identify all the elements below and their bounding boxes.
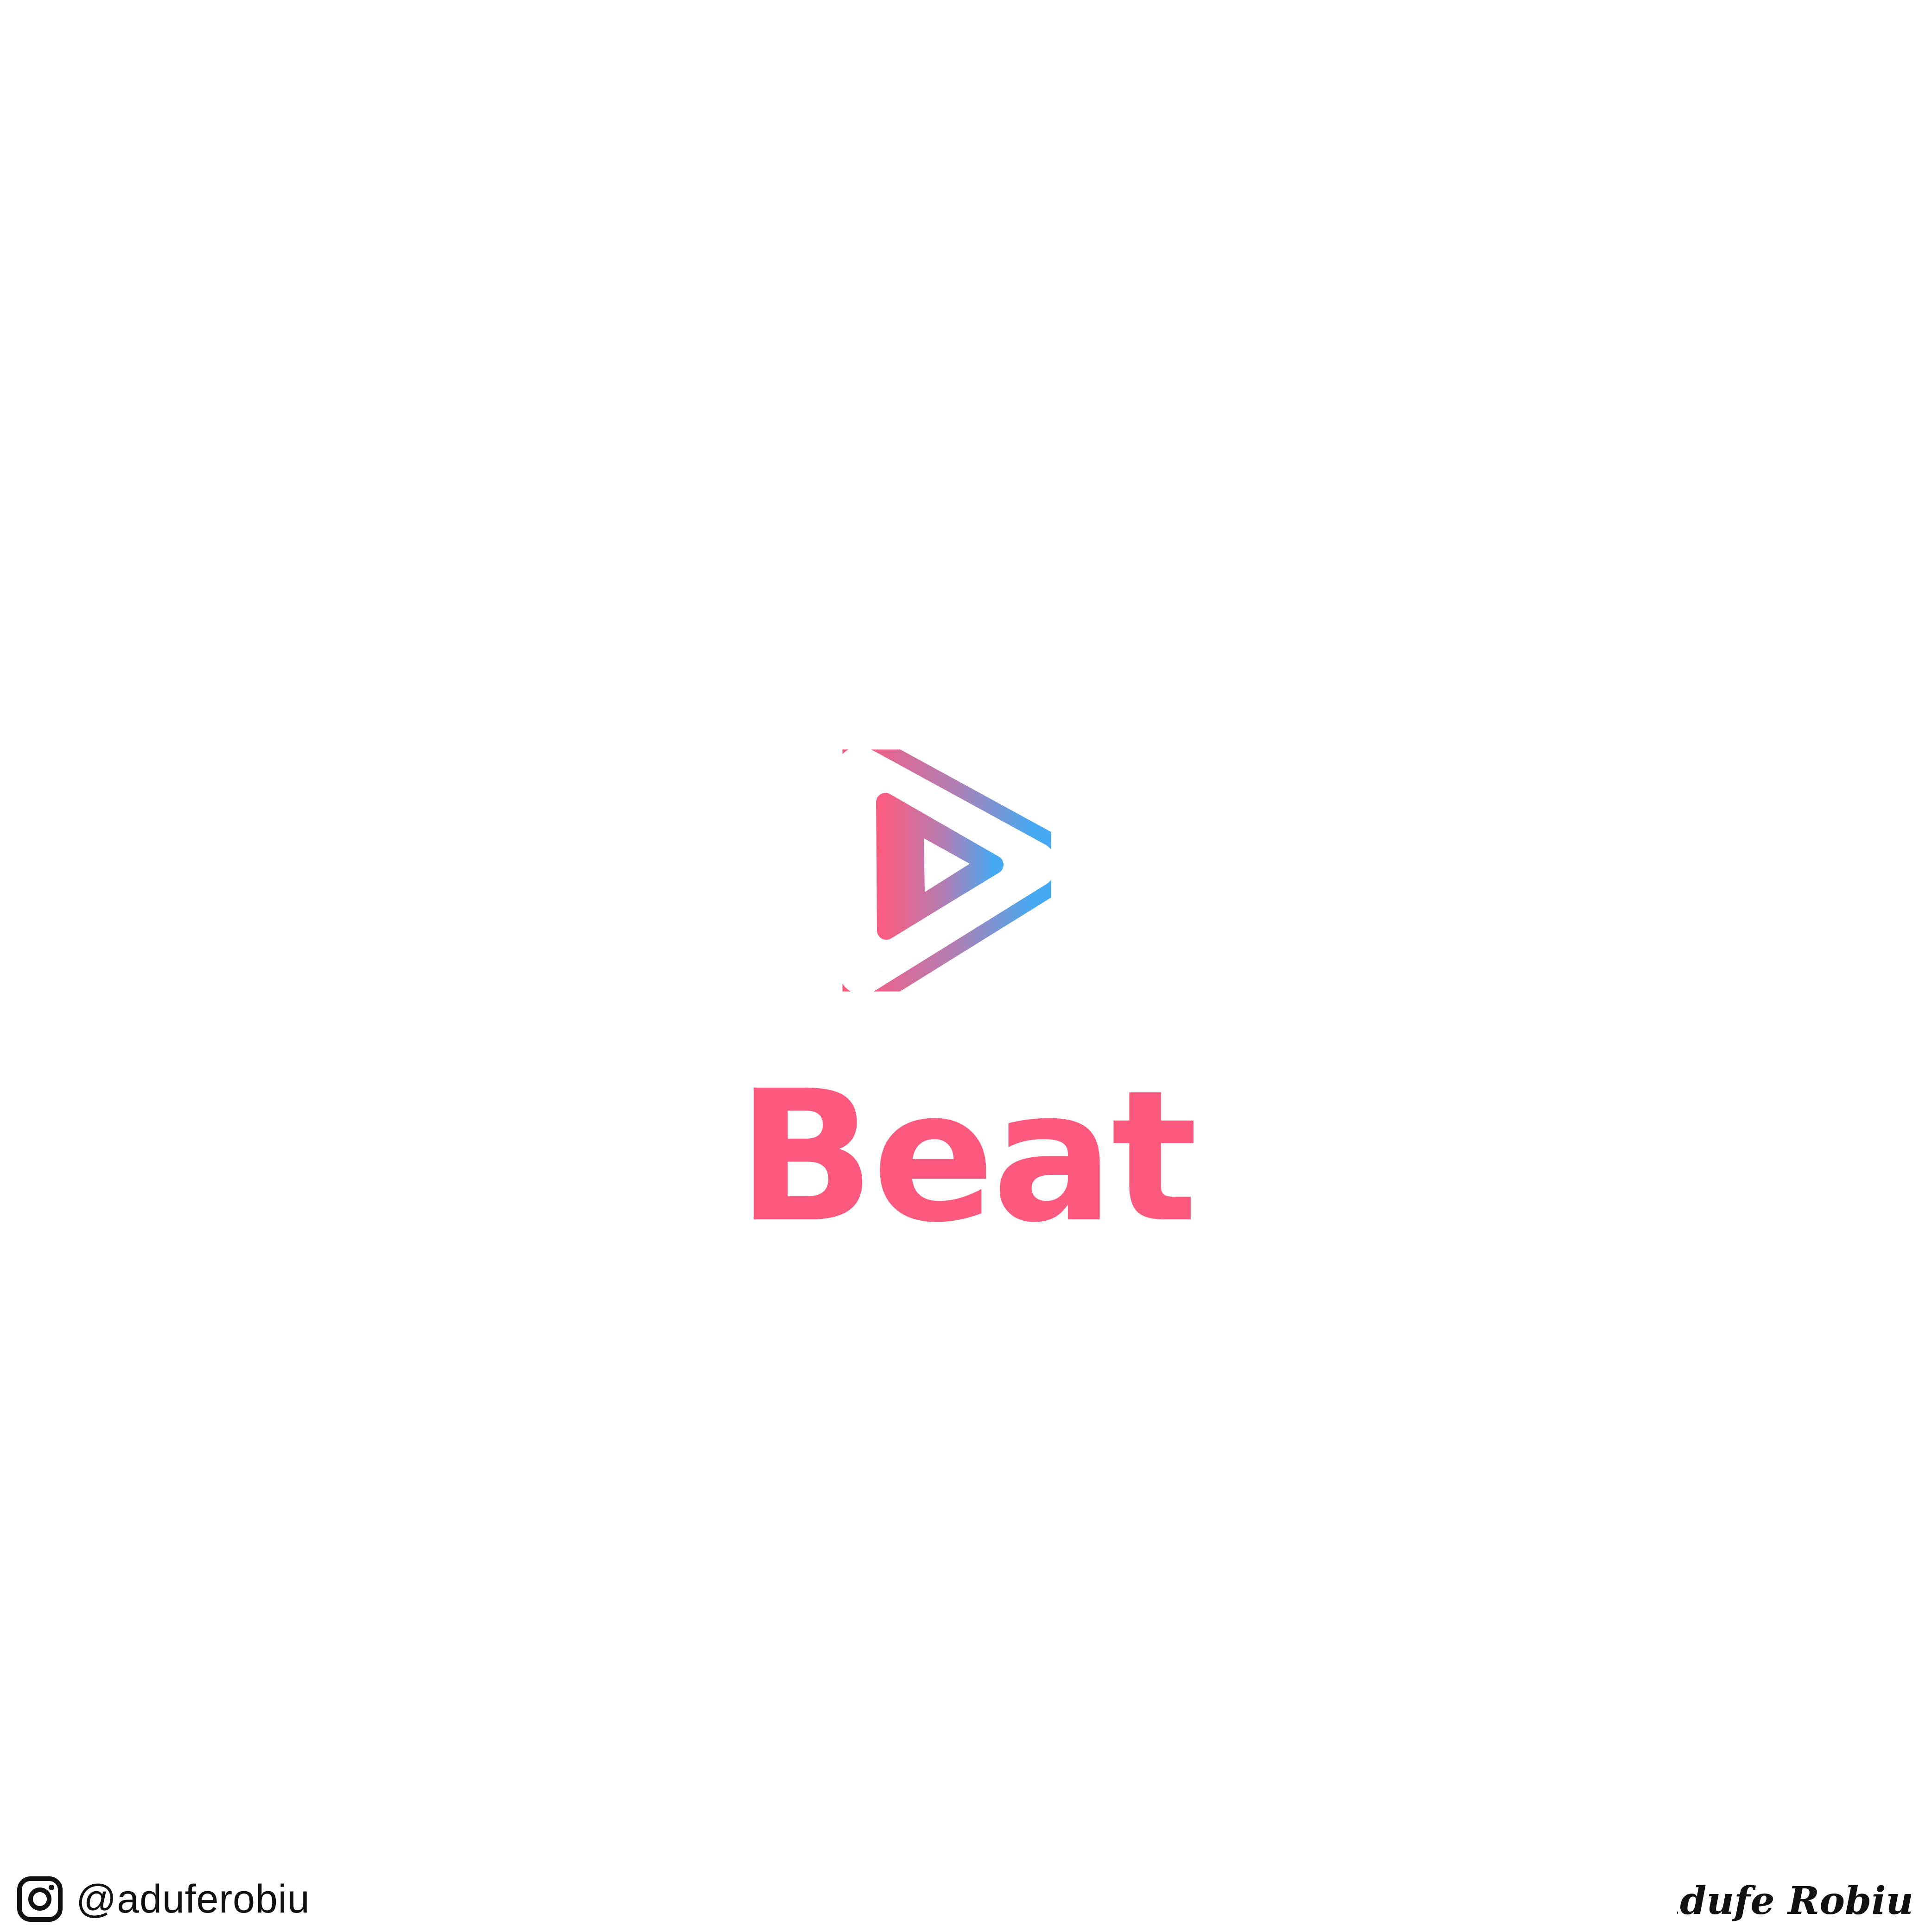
logo-presentation: Beat @aduferobiu Adufe Robiu bbox=[0, 0, 1932, 1932]
svg-text:Adufe Robiu: Adufe Robiu bbox=[1677, 1879, 1913, 1923]
instagram-handle[interactable]: @aduferobiu bbox=[17, 1873, 310, 1925]
instagram-icon bbox=[17, 1876, 63, 1922]
signature-logo: Adufe Robiu bbox=[1677, 1879, 1913, 1923]
play-logo-icon bbox=[823, 733, 1071, 1008]
brand-wordmark: Beat bbox=[737, 1052, 1197, 1262]
handle-text: @aduferobiu bbox=[76, 1876, 310, 1921]
